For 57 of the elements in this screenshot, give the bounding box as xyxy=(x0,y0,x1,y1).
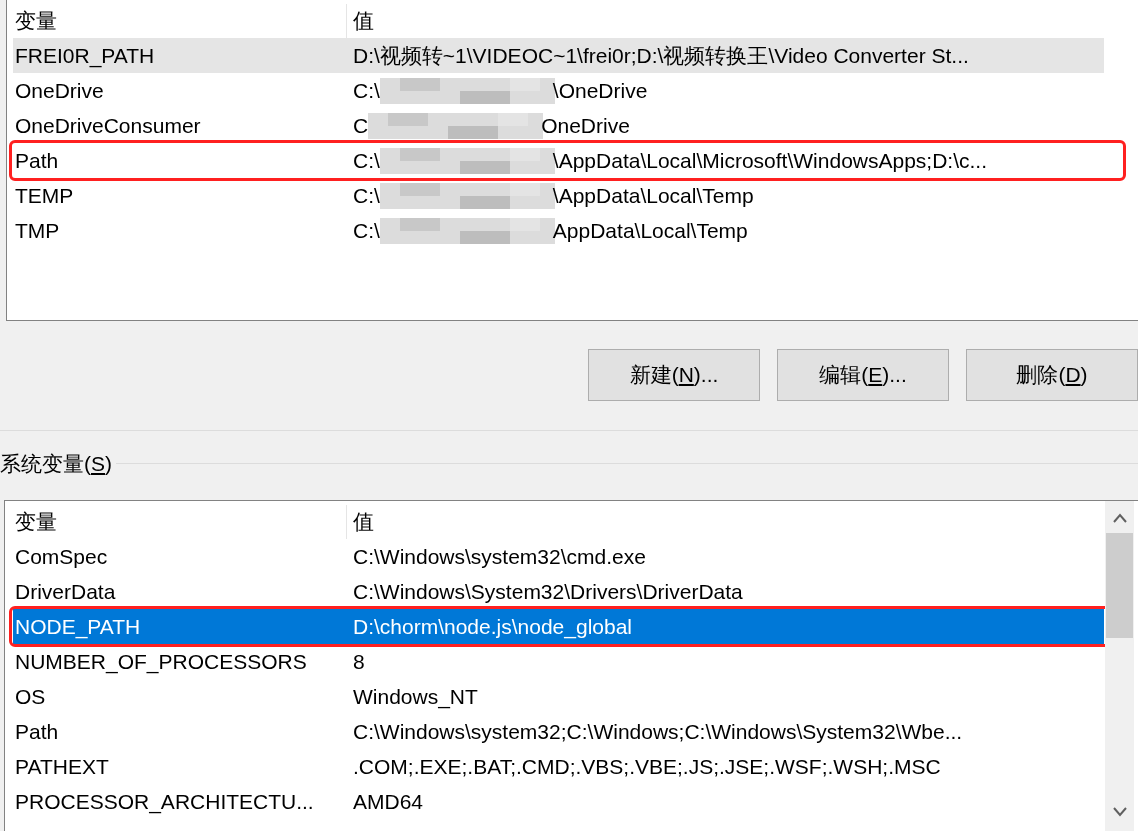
scroll-thumb[interactable] xyxy=(1106,533,1133,638)
variable-value: C xyxy=(353,112,369,139)
group-title: 系统变量(S) xyxy=(0,450,116,478)
variable-value: C:\ xyxy=(353,77,380,104)
variable-name: PATHEXT xyxy=(14,753,110,780)
variable-name: OneDriveConsumer xyxy=(14,112,202,139)
column-header[interactable]: 值 xyxy=(347,4,374,38)
variable-name: PROCESSOR_ARCHITECTU... xyxy=(14,788,315,816)
variable-value: \AppData\Local\Temp xyxy=(552,182,754,209)
variable-value: \AppData\Local\Microsoft\WindowsApps;D:\c... xyxy=(552,147,987,174)
table-row[interactable]: PROCESSOR_ARCHITECTU... AMD64 xyxy=(13,784,1104,819)
table-row[interactable]: TEMP C:\ \AppData\Local\Temp xyxy=(13,178,1104,213)
column-header[interactable]: 值 xyxy=(347,505,374,539)
variable-value: \OneDrive xyxy=(552,77,648,104)
variable-name: FREI0R_PATH xyxy=(14,42,156,70)
column-header[interactable]: 变量 xyxy=(13,505,347,539)
variable-value: C:\Windows\system32\cmd.exe xyxy=(353,543,646,570)
table-row[interactable]: Path C:\Windows\system32;C:\Windows;C:\Windows\System32\Wbe... xyxy=(13,714,1104,749)
action-button[interactable]: 编辑(E)... xyxy=(777,349,949,401)
table-row[interactable]: FREI0R_PATH D:\视频转~1\VIDEOC~1\frei0r;D:\视频转换王\Video Converter St... xyxy=(13,38,1104,73)
variable-value: .COM;.EXE;.BAT;.CMD;.VBS;.VBE;.JS;.JSE;.WSF;.WSH;.MSC xyxy=(353,753,941,780)
variable-value: AppData\Local\Temp xyxy=(552,217,748,244)
table-row[interactable]: OneDrive C:\ \OneDrive xyxy=(13,73,1104,108)
variable-name: TEMP xyxy=(14,182,75,209)
variable-value: C:\ xyxy=(353,182,380,209)
table-row[interactable]: DriverData C:\Windows\System32\Drivers\DriverData xyxy=(13,574,1104,609)
variable-value: 8 xyxy=(353,648,365,675)
table-row[interactable]: OS Windows_NT xyxy=(13,679,1104,714)
variable-value: AMD64 xyxy=(353,788,424,815)
variable-name: OS xyxy=(14,683,47,710)
scroll-up-icon[interactable] xyxy=(1112,513,1127,523)
variable-value: D:\视频转~1\VIDEOC~1\frei0r;D:\视频转换王\Video Converter St... xyxy=(353,42,969,69)
variable-name: Path xyxy=(14,147,60,174)
table-row[interactable]: NUMBER_OF_PROCESSORS 8 xyxy=(13,644,1104,679)
variable-value: C:\ xyxy=(353,217,380,244)
action-button[interactable]: 删除(D) xyxy=(966,349,1138,401)
variable-value: OneDrive xyxy=(541,112,630,139)
variable-value: C:\ xyxy=(353,147,380,174)
table-row[interactable]: PATHEXT .COM;.EXE;.BAT;.CMD;.VBS;.VBE;.JS;.JSE;.WSF;.WSH;.MSC xyxy=(13,749,1104,784)
variable-value: Windows_NT xyxy=(353,683,478,711)
table-row[interactable]: OneDriveConsumer C OneDrive xyxy=(13,108,1104,143)
scrollbar[interactable] xyxy=(1105,501,1134,831)
table-row[interactable]: Path C:\ \AppData\Local\Microsoft\WindowsApps;D:\c... xyxy=(13,143,1104,178)
action-button[interactable]: 新建(N)... xyxy=(588,349,760,401)
scroll-down-icon[interactable] xyxy=(1112,807,1127,817)
variable-name: DriverData xyxy=(14,578,117,605)
variable-name: Path xyxy=(14,718,60,745)
variable-value: D:\chorm\node.js\node_global xyxy=(353,613,632,641)
table-row[interactable]: ComSpec C:\Windows\system32\cmd.exe xyxy=(13,539,1104,574)
variable-name: NODE_PATH xyxy=(14,613,142,641)
table-row[interactable]: TMP C:\ AppData\Local\Temp xyxy=(13,213,1104,248)
variable-value: C:\Windows\System32\Drivers\DriverData xyxy=(353,578,743,605)
variable-name: OneDrive xyxy=(14,77,105,104)
variable-name: ComSpec xyxy=(14,543,109,570)
variable-name: NUMBER_OF_PROCESSORS xyxy=(14,648,308,676)
variable-name: TMP xyxy=(14,217,61,244)
variable-value: C:\Windows\system32;C:\Windows;C:\Windows\System32\Wbe... xyxy=(353,718,963,745)
